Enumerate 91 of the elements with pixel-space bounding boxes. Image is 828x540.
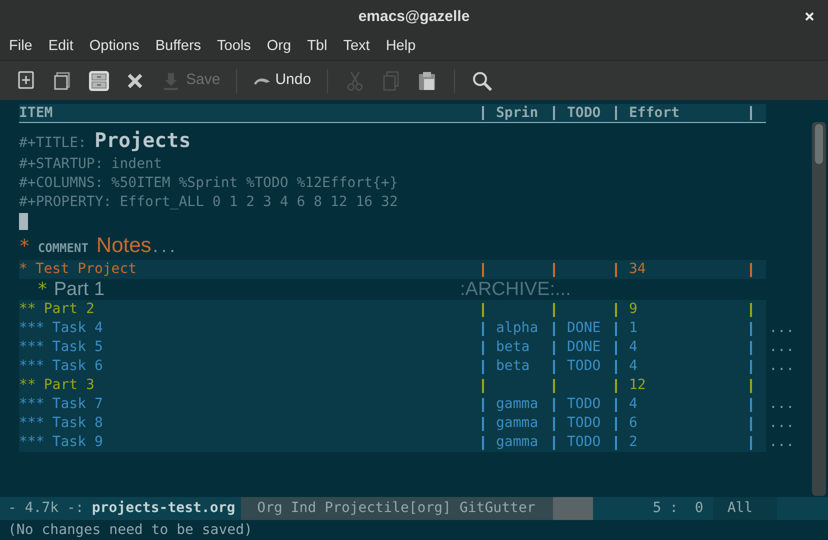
heading-title: Task 6 [52,357,103,376]
heading-bullet: *** [19,357,44,376]
heading-title: Task 5 [52,338,103,357]
heading-title: Part 1 [54,280,105,299]
keyword: #+COLUMNS: [19,174,104,193]
heading-bullet: * [19,260,28,279]
buffer-name: projects-test.org [92,499,236,518]
heading-title: Task 4 [52,319,103,338]
menu-item[interactable]: File [9,36,32,58]
fold-ellipsis: ... [769,319,794,338]
column-view-row[interactable]: ** Part 3 12 [19,376,766,395]
menu-item[interactable]: Tbl [307,36,328,58]
fold-ellipsis: ... [769,357,794,376]
sprint-value: gamma [496,395,538,414]
menu-item[interactable]: Options [89,36,140,58]
fold-ellipsis: ... [769,414,794,433]
keyword-value: %50ITEM %Sprint %TODO %12Effort{+} [111,174,398,193]
effort-value: 4 [629,357,638,376]
heading-bullet: *** [19,433,44,452]
sprint-value: beta [496,338,530,357]
scrollbar-thumb[interactable] [815,124,823,164]
document-title: Projects [94,131,191,150]
keyword: #+STARTUP: [19,155,104,174]
undo-button[interactable]: Undo [249,66,316,96]
fold-ellipsis: ... [151,239,177,258]
heading-title: Part 2 [44,300,94,319]
keyword-value: Effort_ALL 0 1 2 3 4 6 8 12 16 32 [120,193,398,212]
heading-bullet: ** [19,376,36,395]
column-heading: TODO [567,104,601,122]
effort-value: 1 [629,319,638,338]
todo-state: TODO [567,395,601,414]
menu-item[interactable]: Tools [217,36,251,58]
heading-title: Task 7 [52,395,103,414]
search-icon[interactable] [471,70,494,92]
fold-ellipsis: ... [769,338,794,357]
sprint-value: gamma [496,414,538,433]
heading-bullet: *** [19,319,44,338]
menu-item[interactable]: Text [343,36,370,58]
keyword: #+PROPERTY: [19,193,112,212]
sprint-value: alpha [496,319,538,338]
effort-value: 12 [629,376,646,395]
mode-line-segment [553,497,594,520]
todo-state: TODO [567,414,601,433]
heading-bullet: ** [19,300,36,319]
todo-state: DONE [567,338,601,357]
text-cursor [19,213,28,230]
menu-item[interactable]: Buffers [155,36,202,58]
scrollbar[interactable] [812,122,826,496]
heading-bullet: * [19,237,30,256]
todo-state: DONE [567,319,601,338]
effort-value: 6 [629,414,638,433]
undo-icon [253,76,272,84]
effort-value: 4 [629,338,638,357]
sprint-value: beta [496,357,530,376]
column-heading: ITEM [19,104,53,122]
keyword-value: indent [111,155,162,174]
menu-item[interactable]: Help [386,36,416,58]
heading-bullet: *** [19,395,44,414]
menu-item[interactable]: Edit [48,36,74,58]
cabinet-icon[interactable] [88,70,110,92]
comment-keyword: COMMENT [38,240,88,257]
heading-title: Part 3 [44,376,94,395]
sprint-value: gamma [496,433,538,452]
close-icon[interactable] [805,12,814,21]
mode-list: Org Ind Projectile[org] GitGutter [241,497,554,520]
heading-title: Task 8 [52,414,103,433]
heading-title: Test Project [35,260,137,279]
fold-ellipsis: ... [769,395,794,414]
archive-tag: :ARCHIVE:... [460,280,571,299]
cursor-position: 5 : 0 [652,499,704,518]
column-view-row[interactable]: ** Part 2 9 [19,300,766,319]
heading-bullet: * [37,280,48,299]
column-heading: Effort [629,104,680,122]
menu-item[interactable]: Org [266,36,292,58]
window-title: emacs@gazelle [358,6,470,27]
buffer-status: - 4.7k -: [8,499,84,518]
effort-value: 34 [629,260,646,279]
echo-message: (No changes need to be saved) [8,520,252,540]
keyword: #+TITLE: [19,134,86,153]
scroll-position: All [713,497,777,520]
fold-ellipsis: ... [769,433,794,452]
heading-title: Notes [96,236,152,255]
column-heading: Sprin [496,104,538,122]
heading-title: Task 9 [52,433,103,452]
heading-bullet: *** [19,414,44,433]
effort-value: 4 [629,395,638,414]
effort-value: 9 [629,300,638,319]
todo-state: TODO [567,357,601,376]
heading-bullet: *** [19,338,44,357]
effort-value: 2 [629,433,638,452]
todo-state: TODO [567,433,601,452]
